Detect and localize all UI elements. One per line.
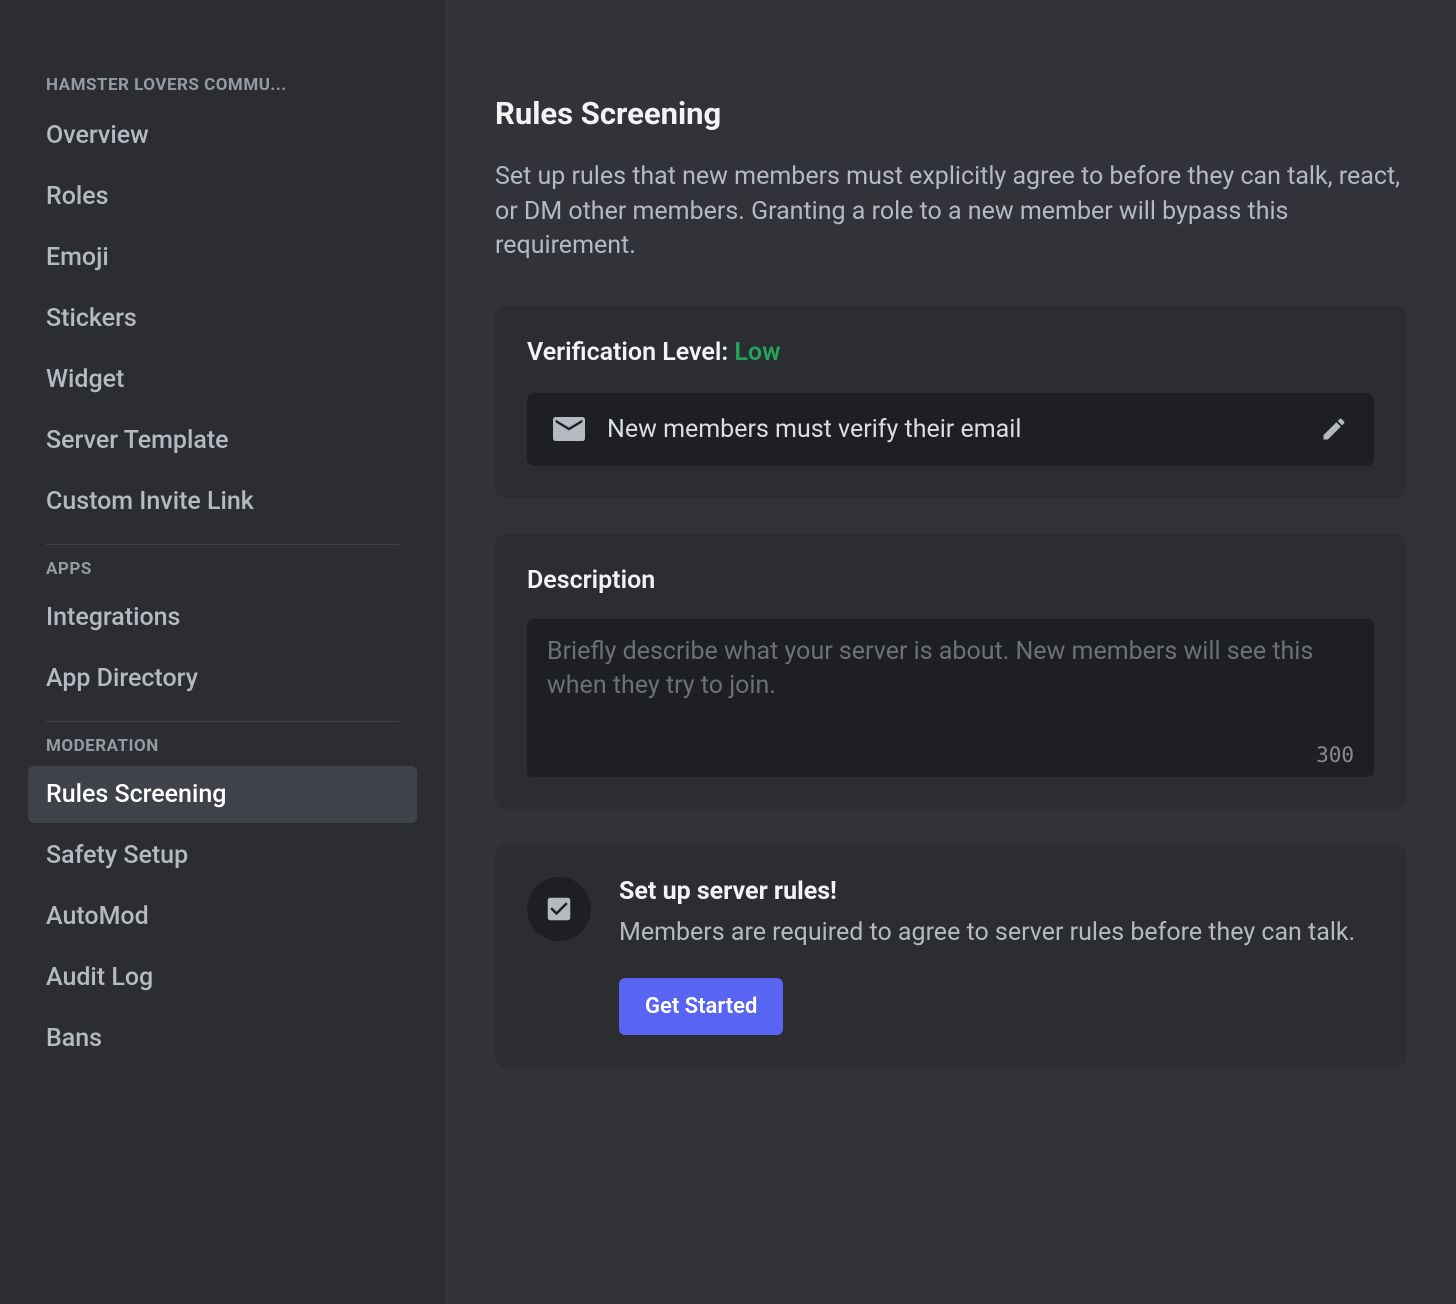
sidebar-item-label: Widget [46,365,124,394]
description-input-wrap: 300 [527,619,1374,777]
pencil-icon[interactable] [1320,415,1348,443]
get-started-button[interactable]: Get Started [619,978,783,1035]
sidebar-item-stickers[interactable]: Stickers [28,290,417,347]
sidebar-item-label: Bans [46,1024,102,1053]
sidebar-item-automod[interactable]: AutoMod [28,888,417,945]
page-description: Set up rules that new members must expli… [495,160,1406,264]
sidebar-item-emoji[interactable]: Emoji [28,229,417,286]
main-content: Rules Screening Set up rules that new me… [445,0,1456,1304]
verification-level-value: Low [734,338,780,367]
checklist-icon [544,894,574,924]
sidebar-item-safety-setup[interactable]: Safety Setup [28,827,417,884]
sidebar-item-custom-invite-link[interactable]: Custom Invite Link [28,473,417,530]
description-title: Description [527,566,1374,595]
sidebar-item-label: Server Template [46,426,229,455]
button-label: Get Started [645,994,757,1019]
server-rules-card: Set up server rules! Members are require… [495,845,1406,1068]
sidebar-item-label: Integrations [46,603,180,632]
sidebar-divider [46,544,399,545]
verification-label: Verification Level: [527,338,734,367]
sidebar-section-apps: APPS [28,559,417,589]
rules-description: Members are required to agree to server … [619,916,1374,951]
sidebar-item-label: Emoji [46,243,109,272]
sidebar-item-label: Audit Log [46,963,153,992]
sidebar-item-app-directory[interactable]: App Directory [28,650,417,707]
description-card: Description 300 [495,534,1406,809]
sidebar-item-bans[interactable]: Bans [28,1010,417,1067]
rules-body: Set up server rules! Members are require… [619,877,1374,1036]
sidebar-item-integrations[interactable]: Integrations [28,589,417,646]
page-title: Rules Screening [495,95,1406,132]
verification-card: Verification Level: Low New members must… [495,306,1406,498]
sidebar-item-overview[interactable]: Overview [28,107,417,164]
server-name-header: HAMSTER LOVERS COMMU... [28,75,417,107]
sidebar-item-audit-log[interactable]: Audit Log [28,949,417,1006]
sidebar-item-label: Roles [46,182,109,211]
sidebar-item-label: Stickers [46,304,137,333]
mail-icon [553,417,585,441]
sidebar-section-moderation: MODERATION [28,736,417,766]
verification-level-title: Verification Level: Low [527,338,1374,367]
char-counter: 300 [547,743,1354,767]
verification-requirement-text: New members must verify their email [607,415,1298,444]
sidebar-item-rules-screening[interactable]: Rules Screening [28,766,417,823]
sidebar-item-server-template[interactable]: Server Template [28,412,417,469]
sidebar-item-label: Safety Setup [46,841,188,870]
sidebar-item-widget[interactable]: Widget [28,351,417,408]
sidebar-item-roles[interactable]: Roles [28,168,417,225]
sidebar-item-label: App Directory [46,664,198,693]
settings-sidebar: HAMSTER LOVERS COMMU... Overview Roles E… [0,0,445,1304]
description-textarea[interactable] [547,635,1354,735]
sidebar-item-label: Custom Invite Link [46,487,254,516]
sidebar-item-label: Overview [46,121,149,150]
sidebar-item-label: AutoMod [46,902,149,931]
sidebar-item-label: Rules Screening [46,780,226,809]
rules-icon-container [527,877,591,941]
rules-title: Set up server rules! [619,877,1374,906]
sidebar-divider [46,721,399,722]
verification-requirement-row[interactable]: New members must verify their email [527,393,1374,466]
